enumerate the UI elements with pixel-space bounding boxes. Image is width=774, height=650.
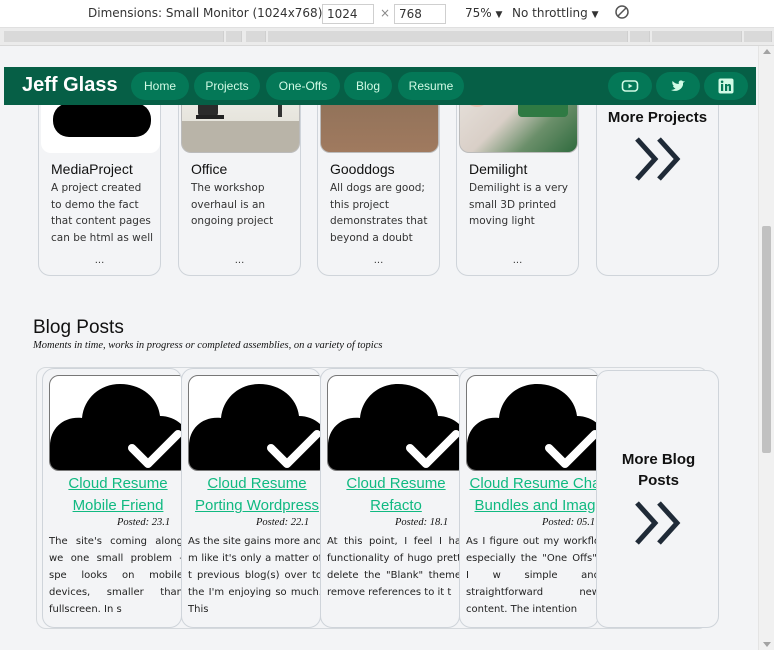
blog-post-title-line: Cloud Resume xyxy=(68,475,168,492)
blog-post-title-link[interactable]: Cloud Resume Refacto xyxy=(321,473,459,517)
project-title: Demilight xyxy=(469,161,528,177)
nav-resume[interactable]: Resume xyxy=(398,72,464,100)
scroll-down-arrow-icon[interactable] xyxy=(763,642,771,647)
project-description: The workshop overhaul is an ongoing proj… xyxy=(191,182,274,227)
project-more: ... xyxy=(373,255,384,266)
throttling-dropdown[interactable]: No throttling ▼ xyxy=(512,6,599,20)
project-more: ... xyxy=(512,255,523,266)
site-brand[interactable]: Jeff Glass xyxy=(22,74,118,97)
blog-post-excerpt: The site's coming along we one small pro… xyxy=(49,536,182,615)
blog-post-excerpt: As I figure out my workflo especially th… xyxy=(466,536,599,615)
width-input[interactable]: 1024 xyxy=(322,4,374,24)
project-card-demilight[interactable]: Demilight Demilight is a very small 3D p… xyxy=(456,76,579,276)
project-more: ... xyxy=(94,255,105,266)
nav-projects[interactable]: Projects xyxy=(194,72,260,100)
blog-thumbnail xyxy=(327,375,459,471)
dimensions-label: Dimensions: Small Monitor (1024x768) xyxy=(88,6,323,20)
more-blog-posts-card[interactable]: More Blog Posts xyxy=(596,370,719,628)
nav-home[interactable]: Home xyxy=(131,72,189,100)
double-chevron-right-icon xyxy=(633,135,685,187)
scrollbar-thumb[interactable] xyxy=(762,226,771,453)
device-dimensions-dropdown[interactable]: Dimensions: Small Monitor (1024x768) ▼ xyxy=(88,6,333,20)
blog-post-date: Posted: 22.1 xyxy=(256,517,310,528)
blog-post-excerpt: As the site gains more and m like it's o… xyxy=(188,536,321,615)
project-title: Gooddogs xyxy=(330,161,395,177)
blog-post-date: Posted: 05.1 xyxy=(542,517,596,528)
throttling-label: No throttling xyxy=(512,6,588,20)
project-card-office[interactable]: Office The workshop overhaul is an ongoi… xyxy=(178,76,301,276)
youtube-icon[interactable] xyxy=(608,72,652,100)
more-projects-card[interactable]: More Projects xyxy=(596,76,719,276)
blog-post-card[interactable]: Cloud Resume Cha Bundles and Imag Posted: … xyxy=(459,368,599,628)
linkedin-icon[interactable] xyxy=(704,72,748,100)
blog-post-card[interactable]: Cloud Resume Porting Wordpress Posted: 22.… xyxy=(181,368,321,628)
blog-post-card[interactable]: Cloud Resume Refacto Posted: 18.1 At this p… xyxy=(320,368,460,628)
project-card-gooddogs[interactable]: Gooddogs All dogs are good; this project… xyxy=(317,76,440,276)
blog-section-subtitle: Moments in time, works in progress or co… xyxy=(33,340,383,351)
page-scrollbar[interactable] xyxy=(758,46,774,650)
nav-one-offs[interactable]: One-Offs xyxy=(266,72,340,100)
blog-post-title-line: Bundles and Imag xyxy=(474,497,596,514)
times-symbol: × xyxy=(380,6,391,20)
more-blog-posts-label: More Blog Posts xyxy=(621,451,696,489)
blog-post-title-link[interactable]: Cloud Resume Porting Wordpress xyxy=(182,473,320,517)
project-title: MediaProject xyxy=(51,161,133,177)
blog-post-date: Posted: 23.1 xyxy=(117,517,171,528)
blog-section-title: Blog Posts xyxy=(33,317,124,338)
dropdown-arrow-icon: ▼ xyxy=(495,10,503,20)
blog-post-title-line: Cloud Resume xyxy=(207,475,307,492)
project-more: ... xyxy=(234,255,245,266)
blog-post-card[interactable]: Cloud Resume Mobile Friend Posted: 23.1 The… xyxy=(42,368,182,628)
site-navbar: Jeff Glass Home Projects One-Offs Blog R… xyxy=(4,67,756,105)
blog-post-title-line: Porting Wordpress xyxy=(195,497,319,514)
zoom-dropdown[interactable]: 75% ▼ xyxy=(465,6,502,20)
blog-post-title-line: Refacto xyxy=(370,497,422,514)
project-description: All dogs are good; this project demonstr… xyxy=(330,182,428,244)
twitter-icon[interactable] xyxy=(656,72,700,100)
blog-thumbnail xyxy=(49,375,181,471)
zoom-label: 75% xyxy=(465,6,492,20)
project-description: Demilight is a very small 3D printed mov… xyxy=(469,182,569,227)
project-title: Office xyxy=(191,161,228,177)
page-viewport: MediaProject A project created to demo t… xyxy=(0,46,760,650)
project-description: A project created to demo the fact that … xyxy=(51,182,154,244)
blog-post-title-link[interactable]: Cloud Resume Mobile Friend xyxy=(43,473,181,517)
blog-thumbnail xyxy=(466,375,598,471)
blog-post-title-line: Cloud Resume xyxy=(346,475,446,492)
project-card-mediaproject[interactable]: MediaProject A project created to demo t… xyxy=(38,76,161,276)
blog-post-excerpt: At this point, I feel I ha functionality… xyxy=(327,536,460,598)
blog-thumbnail xyxy=(188,375,320,471)
dropdown-arrow-icon: ▼ xyxy=(591,10,599,20)
devtools-toolbar: Dimensions: Small Monitor (1024x768) ▼ 1… xyxy=(0,0,774,28)
blog-post-title-link[interactable]: Cloud Resume Cha Bundles and Imag xyxy=(460,473,599,517)
height-input[interactable]: 768 xyxy=(394,4,446,24)
blog-post-title-line: Mobile Friend xyxy=(72,497,164,514)
blog-post-date: Posted: 18.1 xyxy=(395,517,449,528)
rotate-icon[interactable] xyxy=(614,4,630,23)
more-projects-label: More Projects xyxy=(607,109,708,126)
scroll-up-arrow-icon[interactable] xyxy=(763,49,771,54)
double-chevron-right-icon xyxy=(633,499,685,551)
media-query-ruler[interactable] xyxy=(0,28,774,46)
blog-post-title-line: Cloud Resume Cha xyxy=(469,475,599,492)
nav-blog[interactable]: Blog xyxy=(344,72,392,100)
